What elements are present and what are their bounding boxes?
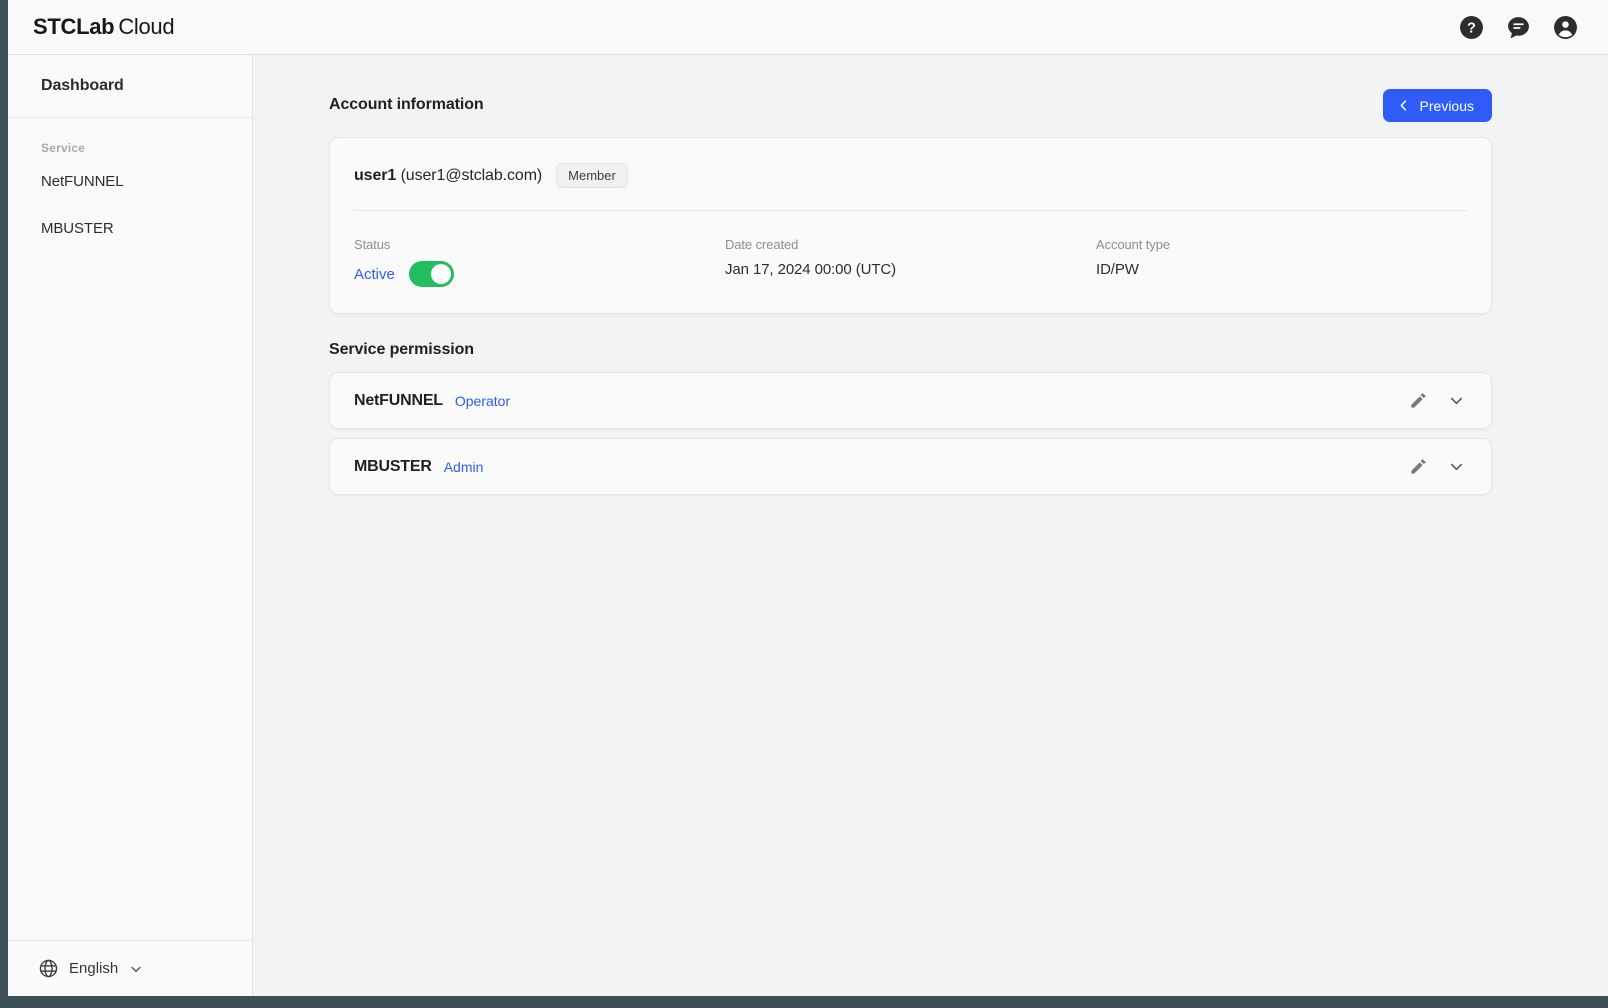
permission-actions bbox=[1409, 391, 1466, 410]
field-status: Status Active bbox=[354, 237, 725, 287]
window-bottom-edge bbox=[0, 996, 1608, 1008]
status-toggle-knob bbox=[430, 264, 451, 284]
language-selector[interactable]: English bbox=[8, 940, 252, 996]
permission-actions bbox=[1409, 457, 1466, 476]
account-email: (user1@stclab.com) bbox=[400, 166, 543, 184]
main-header-row: Account information Previous bbox=[329, 89, 1492, 122]
language-label: English bbox=[69, 960, 119, 977]
chevron-down-icon[interactable] bbox=[1447, 391, 1466, 410]
field-date-value: Jan 17, 2024 00:00 (UTC) bbox=[725, 261, 897, 278]
status-control-row: Active bbox=[354, 261, 725, 287]
app-header: STCLab Cloud ? bbox=[8, 0, 1608, 55]
field-date-label: Date created bbox=[725, 237, 799, 252]
account-name-line: user1 (user1@stclab.com) bbox=[354, 167, 542, 185]
status-badge: Member bbox=[556, 163, 628, 188]
field-status-label: Status bbox=[354, 237, 391, 252]
edit-pencil-icon[interactable] bbox=[1409, 391, 1428, 410]
help-icon[interactable]: ? bbox=[1459, 15, 1484, 40]
chevron-down-icon[interactable] bbox=[128, 961, 144, 977]
sidebar-service-section: Service NetFUNNEL MBUSTER bbox=[8, 118, 252, 267]
previous-button-label: Previous bbox=[1419, 97, 1474, 114]
account-information-card: user1 (user1@stclab.com) Member Status A… bbox=[329, 137, 1492, 314]
globe-icon bbox=[38, 958, 59, 979]
permission-role-label: Operator bbox=[454, 392, 511, 409]
account-identity-row: user1 (user1@stclab.com) Member bbox=[354, 163, 1467, 210]
field-type-label: Account type bbox=[1096, 237, 1170, 252]
permission-role-label: Admin bbox=[443, 458, 484, 475]
chat-icon[interactable] bbox=[1506, 15, 1531, 40]
app-window: STCLab Cloud ? Dashboard Service NetFUNN… bbox=[8, 0, 1608, 996]
sidebar-item-netfunnel[interactable]: NetFUNNEL bbox=[41, 173, 252, 190]
field-account-type: Account type ID/PW bbox=[1096, 237, 1467, 287]
edit-pencil-icon[interactable] bbox=[1409, 457, 1428, 476]
chevron-left-icon bbox=[1400, 100, 1406, 111]
permission-service-name: NetFUNNEL bbox=[354, 391, 443, 409]
chevron-down-icon[interactable] bbox=[1447, 457, 1466, 476]
permission-row-mbuster[interactable]: MBUSTER Admin bbox=[329, 438, 1492, 495]
permission-service-name: MBUSTER bbox=[354, 457, 432, 475]
previous-button[interactable]: Previous bbox=[1382, 89, 1492, 122]
logo-suffix: Cloud bbox=[118, 14, 175, 39]
browser-viewport: STCLab Cloud ? Dashboard Service NetFUNN… bbox=[0, 0, 1608, 1008]
app-body: Dashboard Service NetFUNNEL MBUSTER Engl… bbox=[8, 55, 1608, 996]
field-date-created: Date created Jan 17, 2024 00:00 (UTC) bbox=[725, 237, 1096, 287]
card-divider bbox=[354, 210, 1467, 211]
sidebar-section-label: Service bbox=[41, 141, 86, 155]
main-content: Account information Previous user1 (user… bbox=[253, 55, 1608, 996]
sidebar-top-section: Dashboard bbox=[8, 55, 252, 118]
account-username: user1 bbox=[354, 166, 397, 184]
service-permission-title: Service permission bbox=[329, 341, 474, 358]
sidebar-item-dashboard[interactable]: Dashboard bbox=[41, 77, 252, 95]
logo-brand: STCLab bbox=[33, 14, 115, 39]
sidebar-filler bbox=[8, 267, 252, 940]
field-type-value: ID/PW bbox=[1096, 261, 1139, 278]
field-status-value: Active bbox=[354, 265, 395, 283]
page-title: Account information bbox=[329, 96, 484, 113]
sidebar: Dashboard Service NetFUNNEL MBUSTER Engl… bbox=[8, 55, 253, 996]
status-toggle[interactable] bbox=[408, 261, 454, 287]
header-icon-group: ? bbox=[1459, 15, 1578, 40]
sidebar-item-mbuster[interactable]: MBUSTER bbox=[41, 220, 252, 237]
account-icon[interactable] bbox=[1553, 15, 1578, 40]
permission-row-netfunnel[interactable]: NetFUNNEL Operator bbox=[329, 372, 1492, 429]
svg-text:?: ? bbox=[1467, 20, 1476, 36]
app-logo[interactable]: STCLab Cloud bbox=[33, 14, 175, 40]
account-fields-grid: Status Active Date created Jan 17, 2024 … bbox=[354, 237, 1467, 287]
